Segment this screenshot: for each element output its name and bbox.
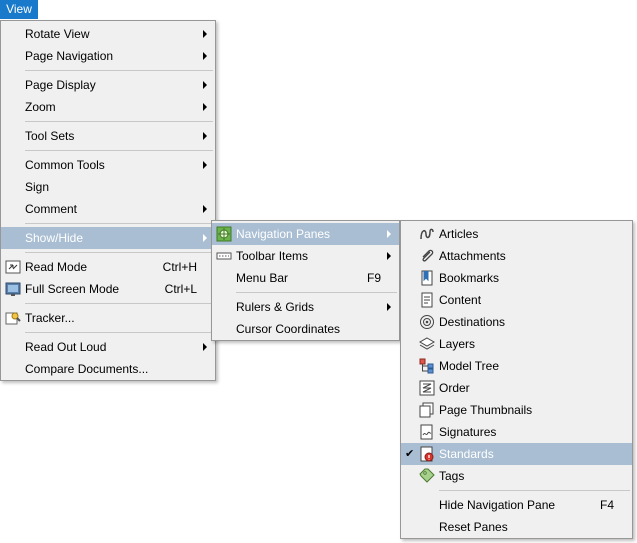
standards-icon — [419, 446, 435, 462]
bookmark-icon — [419, 270, 435, 286]
navigation-panes-icon — [216, 226, 232, 242]
menu-separator — [25, 332, 213, 333]
menu-separator — [25, 303, 213, 304]
show-hide-submenu: Navigation Panes Toolbar Items Menu Bar F… — [211, 220, 400, 341]
full-screen-icon — [5, 281, 21, 297]
submenu-arrow-icon — [203, 103, 207, 111]
menu-item-order[interactable]: Order — [401, 377, 632, 399]
tracker-icon — [5, 310, 21, 326]
menu-item-destinations[interactable]: Destinations — [401, 311, 632, 333]
navigation-panes-submenu: Articles Attachments Bookmarks Content D… — [400, 220, 633, 539]
paperclip-icon — [419, 248, 435, 264]
submenu-arrow-icon — [203, 30, 207, 38]
menu-item-tool-sets[interactable]: Tool Sets — [1, 125, 215, 147]
submenu-arrow-icon — [387, 230, 391, 238]
menu-item-articles[interactable]: Articles — [401, 223, 632, 245]
menu-item-rotate-view[interactable]: Rotate View — [1, 23, 215, 45]
menu-item-tracker[interactable]: Tracker... — [1, 307, 215, 329]
menu-item-sign[interactable]: Sign — [1, 176, 215, 198]
read-mode-icon — [5, 259, 21, 275]
order-icon — [419, 380, 435, 396]
view-menu: Rotate View Page Navigation Page Display… — [0, 20, 216, 381]
submenu-arrow-icon — [387, 303, 391, 311]
page-thumbnails-icon — [419, 402, 435, 418]
submenu-arrow-icon — [203, 205, 207, 213]
submenu-arrow-icon — [203, 52, 207, 60]
menu-item-zoom[interactable]: Zoom — [1, 96, 215, 118]
submenu-arrow-icon — [203, 234, 207, 242]
menu-item-attachments[interactable]: Attachments — [401, 245, 632, 267]
menu-item-menu-bar[interactable]: Menu Bar F9 — [212, 267, 399, 289]
menu-separator — [25, 70, 213, 71]
menu-item-page-display[interactable]: Page Display — [1, 74, 215, 96]
submenu-arrow-icon — [203, 132, 207, 140]
menu-separator — [25, 223, 213, 224]
destinations-icon — [419, 314, 435, 330]
menu-item-model-tree[interactable]: Model Tree — [401, 355, 632, 377]
menu-separator — [236, 292, 397, 293]
view-menu-button[interactable]: View — [0, 0, 38, 19]
submenu-arrow-icon — [387, 252, 391, 260]
submenu-arrow-icon — [203, 81, 207, 89]
menu-item-content[interactable]: Content — [401, 289, 632, 311]
menu-item-common-tools[interactable]: Common Tools — [1, 154, 215, 176]
menu-item-read-out-loud[interactable]: Read Out Loud — [1, 336, 215, 358]
menu-item-reset-panes[interactable]: Reset Panes — [401, 516, 632, 538]
layers-icon — [419, 336, 435, 352]
menu-separator — [25, 150, 213, 151]
content-icon — [419, 292, 435, 308]
menu-item-cursor-coordinates[interactable]: Cursor Coordinates — [212, 318, 399, 340]
menu-separator — [25, 252, 213, 253]
menu-separator — [25, 121, 213, 122]
checkmark-icon: ✔ — [405, 448, 415, 460]
submenu-arrow-icon — [203, 161, 207, 169]
menu-item-toolbar-items[interactable]: Toolbar Items — [212, 245, 399, 267]
menu-item-bookmarks[interactable]: Bookmarks — [401, 267, 632, 289]
menu-item-hide-navigation-pane[interactable]: Hide Navigation Pane F4 — [401, 494, 632, 516]
toolbar-items-icon — [216, 248, 232, 264]
menu-item-tags[interactable]: Tags — [401, 465, 632, 487]
signatures-icon — [419, 424, 435, 440]
menu-item-full-screen-mode[interactable]: Full Screen Mode Ctrl+L — [1, 278, 215, 300]
submenu-arrow-icon — [203, 343, 207, 351]
menu-item-comment[interactable]: Comment — [1, 198, 215, 220]
menu-item-layers[interactable]: Layers — [401, 333, 632, 355]
articles-icon — [419, 226, 435, 242]
menu-item-compare-documents[interactable]: Compare Documents... — [1, 358, 215, 380]
menu-item-page-thumbnails[interactable]: Page Thumbnails — [401, 399, 632, 421]
menu-item-standards[interactable]: ✔ Standards — [401, 443, 632, 465]
menu-item-signatures[interactable]: Signatures — [401, 421, 632, 443]
menu-item-rulers-grids[interactable]: Rulers & Grids — [212, 296, 399, 318]
menu-separator — [439, 490, 630, 491]
menu-item-page-navigation[interactable]: Page Navigation — [1, 45, 215, 67]
model-tree-icon — [419, 358, 435, 374]
menu-item-read-mode[interactable]: Read Mode Ctrl+H — [1, 256, 215, 278]
menu-item-show-hide[interactable]: Show/Hide — [1, 227, 215, 249]
menu-item-navigation-panes[interactable]: Navigation Panes — [212, 223, 399, 245]
tag-icon — [419, 468, 435, 484]
